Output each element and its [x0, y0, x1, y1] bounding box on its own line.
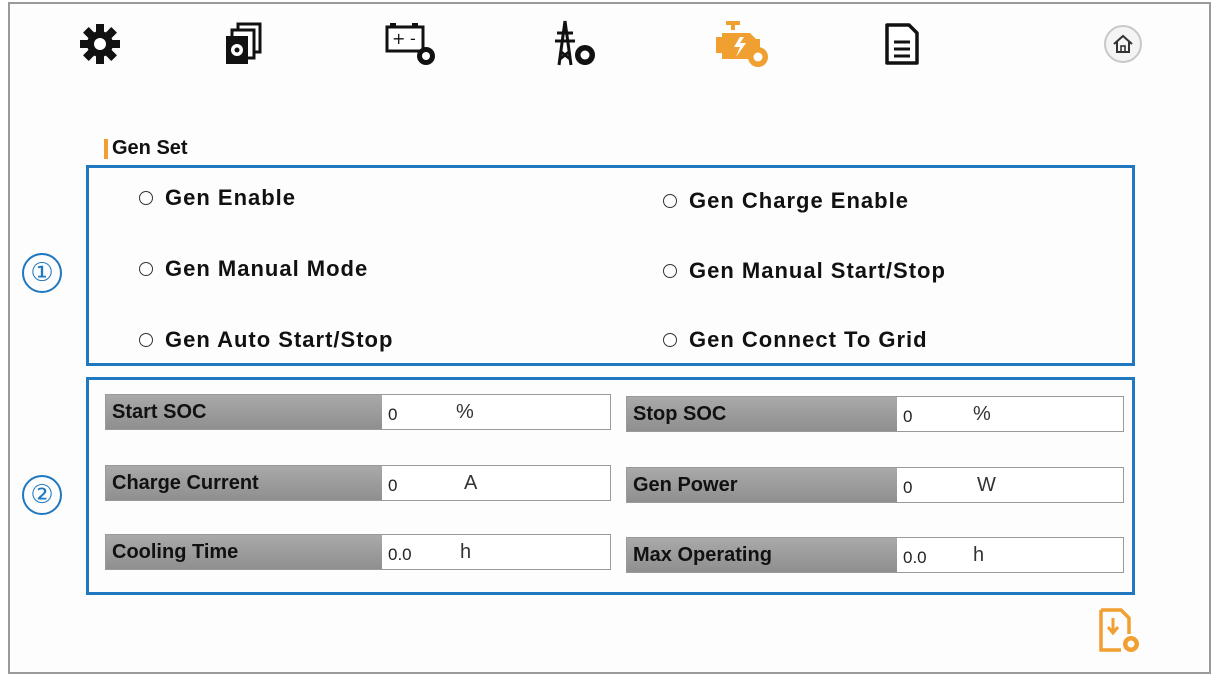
radio-button[interactable] — [663, 333, 677, 347]
radio-button[interactable] — [139, 191, 153, 205]
generator-setting-icon[interactable] — [712, 14, 772, 74]
option-label: Gen Connect To Grid — [689, 327, 928, 352]
radio-button[interactable] — [139, 333, 153, 347]
radio-button[interactable] — [663, 194, 677, 208]
gen-charge-enable-option[interactable]: Gen Charge Enable — [663, 188, 909, 214]
cooling-time-field: Cooling Time 0.0 h — [105, 534, 611, 570]
option-label: Gen Manual Start/Stop — [689, 258, 946, 283]
system-setting-icon[interactable] — [214, 14, 274, 74]
gen-auto-start-stop-option[interactable]: Gen Auto Start/Stop — [139, 327, 393, 353]
save-settings-button[interactable] — [1097, 606, 1141, 654]
gen-power-input[interactable]: 0 — [897, 468, 977, 502]
option-label: Gen Manual Mode — [165, 256, 369, 281]
gen-manual-mode-option[interactable]: Gen Manual Mode — [139, 256, 368, 282]
field-unit: % — [973, 402, 991, 425]
charge-current-field: Charge Current 0 A — [105, 465, 611, 501]
save-settings-icon — [1099, 608, 1139, 652]
start-soc-field: Start SOC 0 % — [105, 394, 611, 430]
max-operating-field: Max Operating 0.0 h — [626, 537, 1124, 573]
battery-setting-icon[interactable]: + - — [382, 14, 442, 74]
field-label: Start SOC — [106, 395, 382, 429]
stop-soc-input[interactable]: 0 — [897, 397, 973, 431]
option-label: Gen Auto Start/Stop — [165, 327, 394, 352]
option-label: Gen Charge Enable — [689, 188, 909, 213]
radio-button[interactable] — [663, 264, 677, 278]
field-unit: A — [464, 471, 478, 494]
field-label: Charge Current — [106, 466, 382, 500]
section-title: Gen Set — [104, 137, 188, 160]
start-soc-input[interactable]: 0 — [382, 395, 456, 429]
field-label: Gen Power — [627, 468, 897, 502]
field-label: Cooling Time — [106, 535, 382, 569]
home-icon — [1113, 34, 1133, 53]
svg-text:-: - — [410, 29, 416, 48]
charge-current-input[interactable]: 0 — [382, 466, 464, 500]
gen-connect-to-grid-option[interactable]: Gen Connect To Grid — [663, 327, 928, 353]
title-accent-bar — [104, 138, 108, 159]
gen-manual-start-stop-option[interactable]: Gen Manual Start/Stop — [663, 258, 946, 284]
svg-text:+: + — [392, 29, 405, 48]
cooling-time-input[interactable]: 0.0 — [382, 535, 460, 569]
gen-enable-option[interactable]: Gen Enable — [139, 185, 296, 211]
section-title-text: Gen Set — [112, 137, 188, 159]
field-label: Stop SOC — [627, 397, 897, 431]
radio-button[interactable] — [139, 262, 153, 276]
document-icon[interactable] — [872, 14, 932, 74]
option-label: Gen Enable — [165, 185, 297, 210]
field-unit: h — [973, 543, 985, 566]
field-unit: % — [456, 400, 474, 423]
gen-power-field: Gen Power 0 W — [626, 467, 1124, 503]
callout-marker-2: ② — [22, 475, 62, 515]
home-button[interactable] — [1104, 25, 1142, 63]
grid-setting-icon[interactable] — [546, 14, 606, 74]
field-label: Max Operating — [627, 538, 897, 572]
stop-soc-field: Stop SOC 0 % — [626, 396, 1124, 432]
field-unit: W — [977, 473, 996, 496]
callout-marker-1: ① — [22, 253, 62, 293]
field-unit: h — [460, 540, 472, 563]
gear-icon[interactable] — [70, 14, 130, 74]
max-operating-input[interactable]: 0.0 — [897, 538, 973, 572]
